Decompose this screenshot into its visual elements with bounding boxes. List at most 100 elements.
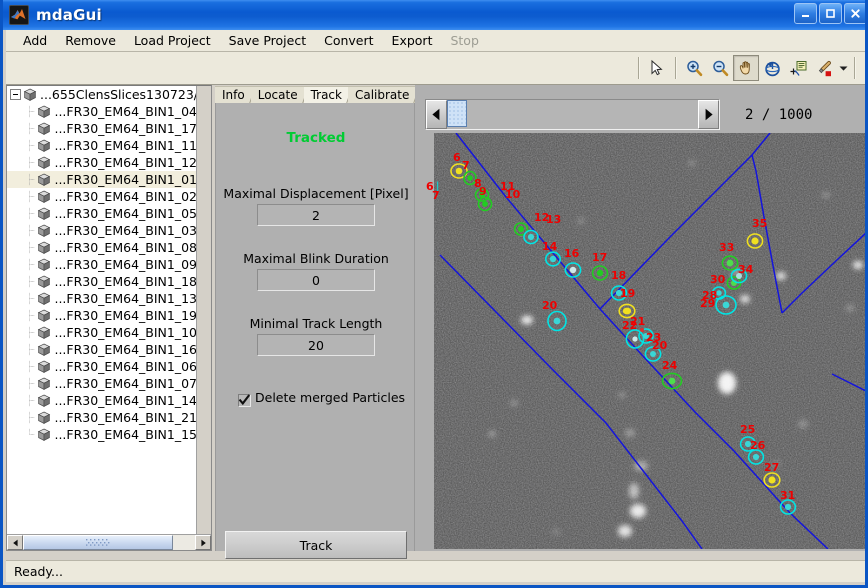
matlab-icon bbox=[9, 5, 29, 25]
node-cube-icon bbox=[37, 360, 51, 374]
tab-track[interactable]: Track bbox=[304, 86, 348, 103]
maximize-button[interactable] bbox=[819, 3, 842, 24]
svg-text:18: 18 bbox=[611, 269, 626, 282]
delete-merged-particles-checkbox[interactable] bbox=[238, 394, 251, 407]
tree-connector bbox=[27, 426, 37, 443]
tree-item[interactable]: ...FR30_EM64_BIN1_01 bbox=[7, 171, 197, 188]
menu-add[interactable]: Add bbox=[14, 31, 56, 50]
tree-item-label: ...FR30_EM64_BIN1_05 bbox=[54, 206, 197, 221]
node-cube-icon bbox=[37, 326, 51, 340]
menu-bar: AddRemoveLoad ProjectSave ProjectConvert… bbox=[6, 30, 868, 52]
svg-text:35: 35 bbox=[752, 217, 767, 230]
tree-item[interactable]: ...FR30_EM64_BIN1_16 bbox=[7, 341, 197, 358]
tree-item[interactable]: ...FR30_EM64_BIN1_06 bbox=[7, 358, 197, 375]
tree-item[interactable]: ...FR30_EM64_BIN1_09 bbox=[7, 256, 197, 273]
svg-text:14: 14 bbox=[542, 240, 558, 253]
image-viewer[interactable]: 6 7 8 9 11 10 12 13 14 16 17 18 19 20 bbox=[423, 132, 867, 549]
menu-save-project[interactable]: Save Project bbox=[220, 31, 315, 50]
svg-text:17: 17 bbox=[592, 251, 607, 264]
tree-item-label: ...FR30_EM64_BIN1_02 bbox=[54, 189, 197, 204]
delete-merged-particles-row[interactable]: Delete merged Particles bbox=[238, 390, 408, 407]
tab-info[interactable]: Info bbox=[215, 86, 251, 103]
frame-slider-thumb[interactable] bbox=[447, 100, 467, 127]
tree-item[interactable]: ...FR30_EM64_BIN1_12 bbox=[7, 154, 197, 171]
svg-text:20: 20 bbox=[542, 299, 558, 312]
menu-remove[interactable]: Remove bbox=[56, 31, 125, 50]
svg-text:9: 9 bbox=[479, 185, 487, 198]
scroll-right-button[interactable] bbox=[195, 535, 211, 550]
toolbar-tool-group bbox=[633, 53, 860, 83]
tab-calibrate[interactable]: Calibrate bbox=[348, 86, 415, 103]
maximal-blink-duration-input[interactable]: 0 bbox=[257, 269, 375, 291]
tab-label: Calibrate bbox=[355, 88, 409, 102]
zoom-in-icon[interactable] bbox=[681, 55, 707, 81]
tree-item[interactable]: ...FR30_EM64_BIN1_04 bbox=[7, 103, 197, 120]
tree-connector bbox=[27, 307, 37, 324]
tab-locate[interactable]: Locate bbox=[251, 86, 304, 103]
menu-convert[interactable]: Convert bbox=[315, 31, 382, 50]
edge-particle-label: 6 bbox=[426, 180, 434, 193]
tree-item[interactable]: ...FR30_EM64_BIN1_05 bbox=[7, 205, 197, 222]
svg-text:30: 30 bbox=[710, 273, 726, 286]
menu-stop: Stop bbox=[441, 31, 487, 50]
tree-item[interactable]: ...FR30_EM64_BIN1_18 bbox=[7, 273, 197, 290]
tree-item[interactable]: ...FR30_EM64_BIN1_07 bbox=[7, 375, 197, 392]
minimal-track-length-label: Minimal Track Length bbox=[216, 316, 416, 331]
svg-text:22: 22 bbox=[622, 319, 637, 332]
tree-horizontal-scrollbar[interactable] bbox=[7, 534, 211, 550]
frame-slider-track[interactable] bbox=[447, 100, 698, 129]
node-cube-icon bbox=[37, 241, 51, 255]
rotate-3d-icon[interactable] bbox=[759, 55, 785, 81]
micrograph-canvas[interactable]: 6 7 8 9 11 10 12 13 14 16 17 18 19 20 bbox=[434, 133, 866, 549]
tree-item[interactable]: ...FR30_EM64_BIN1_13 bbox=[7, 290, 197, 307]
pointer-icon[interactable] bbox=[644, 55, 670, 81]
tree-item[interactable]: ...FR30_EM64_BIN1_02 bbox=[7, 188, 197, 205]
tree-item[interactable]: ...FR30_EM64_BIN1_17 bbox=[7, 120, 197, 137]
pan-hand-icon[interactable] bbox=[733, 55, 759, 81]
tab-label: Track bbox=[311, 88, 342, 102]
node-cube-icon bbox=[37, 377, 51, 391]
menu-export[interactable]: Export bbox=[383, 31, 442, 50]
tree-item[interactable]: ...FR30_EM64_BIN1_08 bbox=[7, 239, 197, 256]
tree-expander-icon[interactable] bbox=[10, 89, 21, 100]
tree-hscroll-thumb[interactable] bbox=[23, 535, 173, 550]
brush-icon[interactable] bbox=[811, 55, 837, 81]
tree-item[interactable]: ...FR30_EM64_BIN1_19 bbox=[7, 307, 197, 324]
node-cube-icon bbox=[37, 309, 51, 323]
tree-scroll-area[interactable]: ...655ClensSlices130723/...FR30_EM64_BIN… bbox=[7, 86, 197, 536]
tree-item[interactable]: ...FR30_EM64_BIN1_10 bbox=[7, 324, 197, 341]
node-cube-icon bbox=[37, 173, 51, 187]
menu-load-project[interactable]: Load Project bbox=[125, 31, 220, 50]
tree-item-label: ...FR30_EM64_BIN1_13 bbox=[54, 291, 197, 306]
node-cube-icon bbox=[37, 394, 51, 408]
track-tab-body: Tracked Maximal Displacement [Pixel] 2 M… bbox=[215, 103, 415, 551]
brush-dropdown-arrow-icon[interactable] bbox=[837, 55, 849, 81]
tree-vertical-scrollbar[interactable] bbox=[196, 86, 211, 536]
svg-text:25: 25 bbox=[740, 423, 755, 436]
tree-hscroll-track[interactable] bbox=[173, 535, 195, 550]
tree-item[interactable]: ...FR30_EM64_BIN1_15 bbox=[7, 426, 197, 443]
tree-connector bbox=[27, 154, 37, 171]
node-cube-icon bbox=[23, 88, 37, 102]
scroll-left-button[interactable] bbox=[7, 535, 23, 550]
close-button[interactable] bbox=[844, 3, 867, 24]
slider-right-arrow-icon[interactable] bbox=[698, 100, 719, 129]
slider-left-arrow-icon[interactable] bbox=[426, 100, 447, 129]
tree-item[interactable]: ...FR30_EM64_BIN1_14 bbox=[7, 392, 197, 409]
tree-item[interactable]: ...FR30_EM64_BIN1_03 bbox=[7, 222, 197, 239]
tree-item[interactable]: ...FR30_EM64_BIN1_11 bbox=[7, 137, 197, 154]
node-cube-icon bbox=[37, 105, 51, 119]
zoom-out-icon[interactable] bbox=[707, 55, 733, 81]
tree-item[interactable]: ...FR30_EM64_BIN1_21 bbox=[7, 409, 197, 426]
toolbar-separator bbox=[638, 57, 639, 79]
maximal-displacement-input[interactable]: 2 bbox=[257, 204, 375, 226]
title-bar: mdaGui bbox=[3, 0, 868, 30]
tree-root-node[interactable]: ...655ClensSlices130723/ bbox=[7, 86, 197, 103]
svg-text:7: 7 bbox=[462, 159, 470, 172]
track-button[interactable]: Track bbox=[225, 531, 407, 559]
minimal-track-length-input[interactable]: 20 bbox=[257, 334, 375, 356]
frame-slider[interactable] bbox=[425, 99, 720, 130]
node-cube-icon bbox=[37, 139, 51, 153]
minimize-button[interactable] bbox=[794, 3, 817, 24]
data-cursor-icon[interactable] bbox=[785, 55, 811, 81]
